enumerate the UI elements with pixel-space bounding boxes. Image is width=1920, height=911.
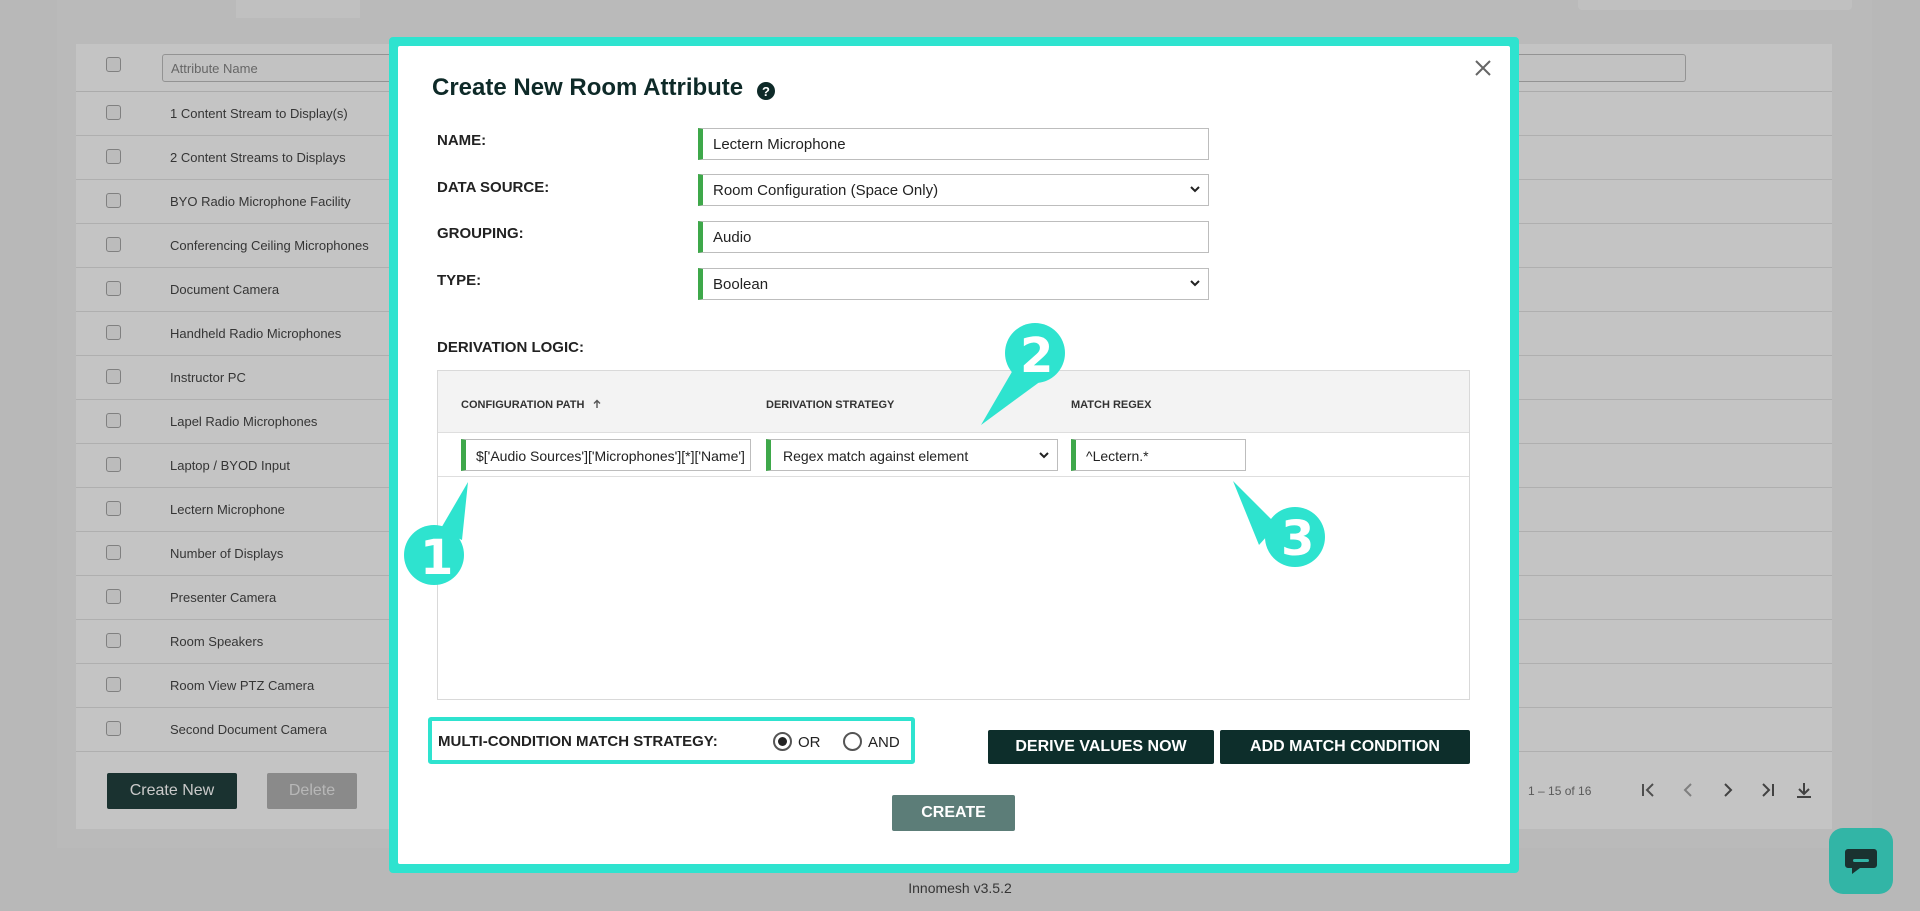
derivation-table-header: CONFIGURATION PATH DERIVATION STRATEGY M… bbox=[438, 371, 1469, 433]
sort-ascending-icon bbox=[593, 399, 600, 408]
chevron-down-icon bbox=[1190, 186, 1200, 193]
add-match-condition-button[interactable]: ADD MATCH CONDITION bbox=[1220, 730, 1470, 764]
match-regex-input[interactable]: ^Lectern.* bbox=[1071, 439, 1246, 471]
derivation-strategy-value: Regex match against element bbox=[783, 448, 969, 464]
column-derivation-strategy: DERIVATION STRATEGY bbox=[766, 399, 895, 411]
or-radio-label: OR bbox=[798, 734, 821, 751]
grouping-label: GROUPING: bbox=[437, 225, 524, 242]
callout-2-label: 2 bbox=[1020, 328, 1054, 384]
create-button[interactable]: CREATE bbox=[892, 795, 1015, 831]
derivation-logic-label: DERIVATION LOGIC: bbox=[437, 339, 584, 356]
match-strategy-label: MULTI-CONDITION MATCH STRATEGY: bbox=[438, 733, 718, 750]
name-label: NAME: bbox=[437, 132, 487, 149]
data-source-label: DATA SOURCE: bbox=[437, 179, 550, 196]
help-icon[interactable]: ? bbox=[757, 82, 775, 100]
type-value: Boolean bbox=[713, 276, 769, 293]
grouping-input[interactable]: Audio bbox=[698, 221, 1209, 253]
configuration-path-input[interactable]: $['Audio Sources']['Microphones'][*]['Na… bbox=[461, 439, 751, 471]
derivation-strategy-select[interactable]: Regex match against element bbox=[766, 439, 1058, 471]
chevron-down-icon bbox=[1039, 452, 1049, 459]
derivation-row: $['Audio Sources']['Microphones'][*]['Na… bbox=[438, 433, 1469, 477]
create-attribute-dialog: Create New Room Attribute ? NAME: Lecter… bbox=[398, 46, 1510, 864]
column-match-regex: MATCH REGEX bbox=[1071, 399, 1152, 411]
dialog-title: Create New Room Attribute bbox=[432, 74, 744, 101]
match-strategy-group: MULTI-CONDITION MATCH STRATEGY: OR AND bbox=[428, 717, 915, 764]
column-configuration-path[interactable]: CONFIGURATION PATH bbox=[461, 399, 602, 411]
callout-1-label: 1 bbox=[420, 530, 454, 586]
or-radio[interactable] bbox=[773, 732, 792, 751]
and-radio-label: AND bbox=[868, 734, 900, 751]
and-radio[interactable] bbox=[843, 732, 862, 751]
data-source-value: Room Configuration (Space Only) bbox=[713, 182, 939, 199]
derive-values-button[interactable]: DERIVE VALUES NOW bbox=[988, 730, 1214, 764]
data-source-select[interactable]: Room Configuration (Space Only) bbox=[698, 174, 1209, 206]
type-select[interactable]: Boolean bbox=[698, 268, 1209, 300]
callout-3-marker bbox=[1233, 481, 1325, 567]
chevron-down-icon bbox=[1190, 280, 1200, 287]
type-label: TYPE: bbox=[437, 272, 482, 289]
name-input[interactable]: Lectern Microphone bbox=[698, 128, 1209, 160]
callout-3-label: 3 bbox=[1281, 511, 1315, 567]
close-icon[interactable] bbox=[1469, 54, 1497, 82]
